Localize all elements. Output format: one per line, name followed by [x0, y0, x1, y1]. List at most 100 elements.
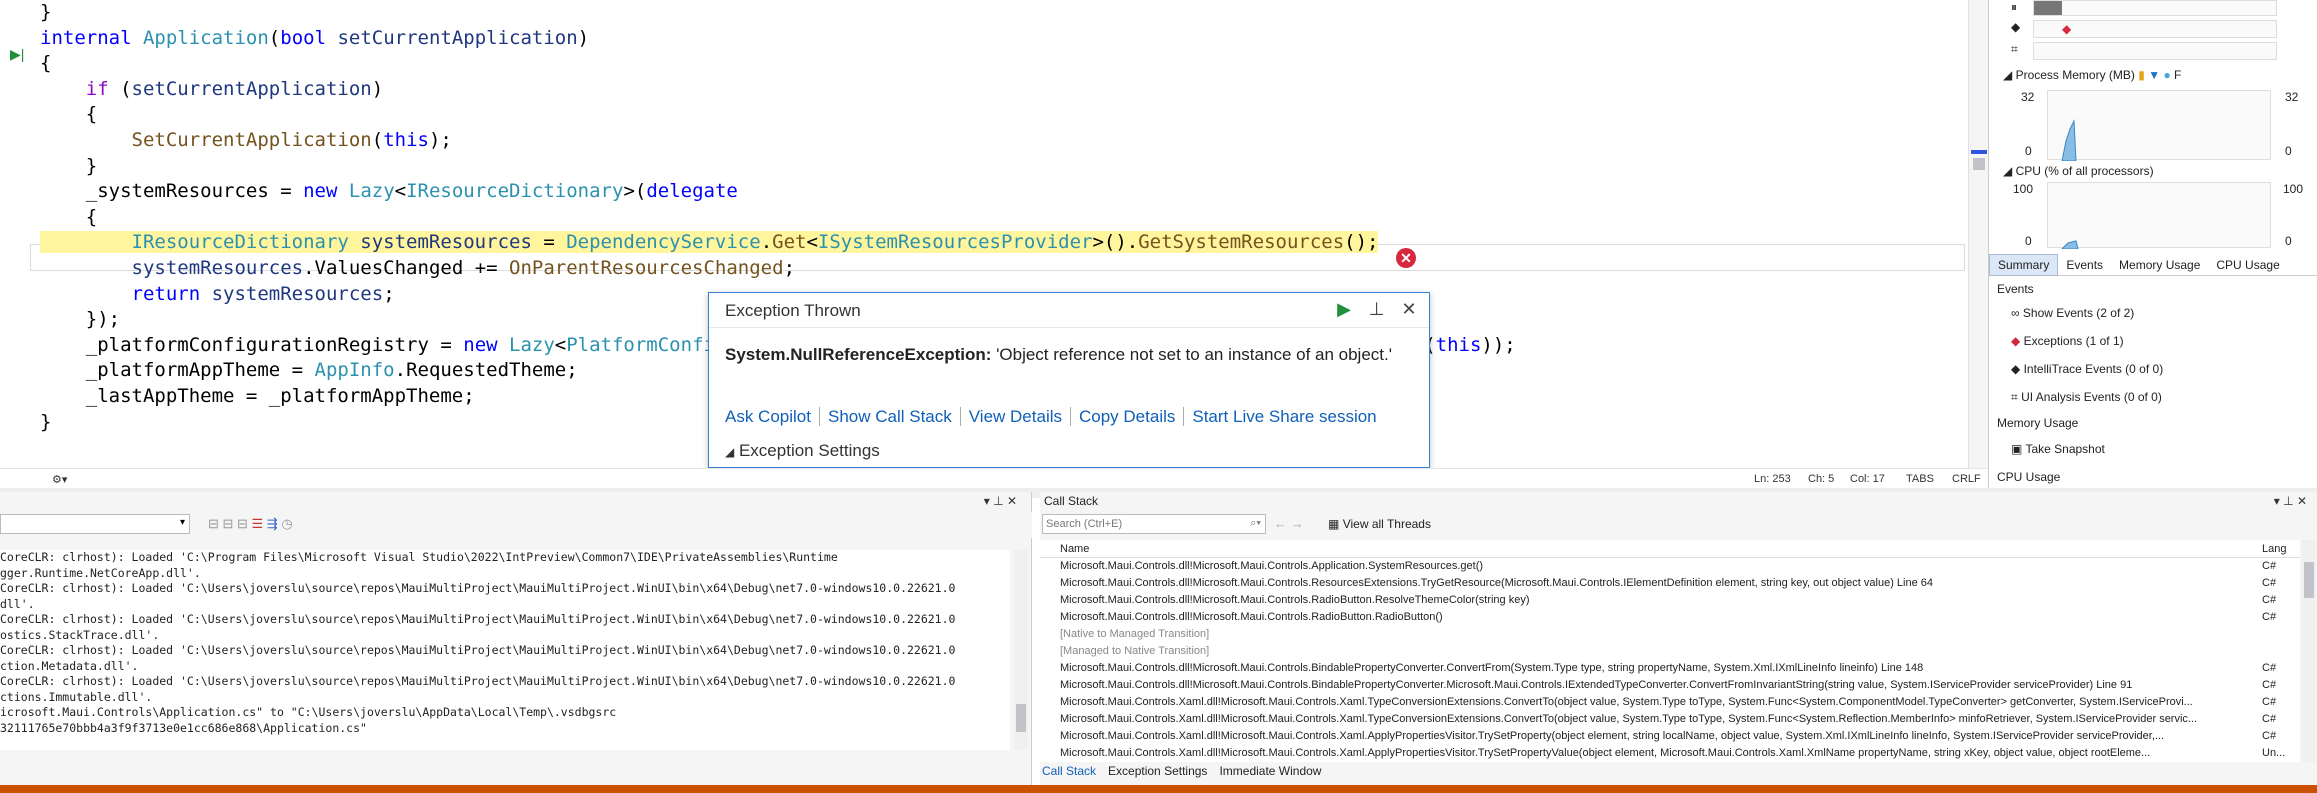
- output-window-controls[interactable]: ▾ ⊥ ✕: [984, 494, 1017, 508]
- snapshot-icon: ⌗: [2011, 42, 2018, 56]
- run-to-click-icon[interactable]: ▶|: [10, 46, 24, 63]
- code-line: }: [40, 410, 51, 435]
- exception-settings-toggle[interactable]: ◢ Exception Settings: [725, 441, 880, 461]
- show-events-item[interactable]: ∞ Show Events (2 of 2): [2011, 306, 2134, 320]
- tab-cpu-usage[interactable]: CPU Usage: [2208, 255, 2287, 275]
- close-icon[interactable]: ✕: [1397, 297, 1421, 321]
- exceptions-item[interactable]: ◆ Exceptions (1 of 1): [2011, 334, 2124, 348]
- code-token: return: [40, 282, 212, 305]
- frame-name: Microsoft.Maui.Controls.Xaml.dll!Microso…: [1060, 747, 2151, 759]
- code-token: _lastAppTheme = _platformAppTheme;: [40, 385, 475, 407]
- cpu-min-right: 0: [2285, 234, 2292, 248]
- live-share-link[interactable]: Start Live Share session: [1192, 407, 1384, 426]
- table-row[interactable]: Microsoft.Maui.Controls.Xaml.dll!Microso…: [1040, 694, 2300, 711]
- show-call-stack-link[interactable]: Show Call Stack: [827, 407, 961, 426]
- frame-name: Microsoft.Maui.Controls.dll!Microsoft.Ma…: [1060, 577, 1934, 589]
- continue-icon[interactable]: ▶: [1332, 297, 1356, 321]
- exception-type: System.NullReferenceException:: [725, 345, 992, 364]
- table-row[interactable]: Microsoft.Maui.Controls.dll!Microsoft.Ma…: [1040, 558, 2300, 575]
- line-number[interactable]: Ln: 253: [1754, 473, 1791, 485]
- collapse-triangle-icon: ◢: [725, 445, 735, 459]
- table-row[interactable]: Microsoft.Maui.Controls.Xaml.dll!Microso…: [1040, 711, 2300, 728]
- code-token: .: [760, 231, 773, 254]
- output-text[interactable]: CoreCLR: clrhost): Loaded 'C:\Program Fi…: [0, 550, 1010, 750]
- memory-graph: [2047, 90, 2271, 162]
- table-row[interactable]: Microsoft.Maui.Controls.Xaml.dll!Microso…: [1040, 745, 2300, 762]
- code-token: ();: [1344, 231, 1379, 254]
- code-editor[interactable]: ▶| } internal Application(bool setCurrent…: [0, 0, 1968, 468]
- col-lang[interactable]: Lang: [2262, 540, 2286, 558]
- table-row[interactable]: [Managed to Native Transition]: [1040, 643, 2300, 660]
- code-token: Lazy: [348, 180, 395, 203]
- code-line: _platformAppTheme = AppInfo.RequestedThe…: [40, 358, 578, 383]
- char-number[interactable]: Ch: 5: [1808, 473, 1834, 485]
- take-snapshot-button[interactable]: ▣ Take Snapshot: [2011, 442, 2105, 456]
- code-line: SetCurrentApplication(this);: [40, 128, 452, 153]
- table-row[interactable]: Microsoft.Maui.Controls.Xaml.dll!Microso…: [1040, 728, 2300, 745]
- code-token: ISystemResourcesProvider: [817, 231, 1093, 254]
- tab-memory-usage[interactable]: Memory Usage: [2111, 255, 2208, 275]
- editor-status-bar: ⚙▾ Ln: 253 Ch: 5 Col: 17 TABS CRLF: [0, 468, 1988, 488]
- code-token: GetSystemResources: [1138, 231, 1345, 254]
- ask-copilot-link[interactable]: Ask Copilot: [725, 407, 820, 426]
- intellitrace-item[interactable]: ◆ IntelliTrace Events (0 of 0): [2011, 362, 2163, 376]
- table-row[interactable]: Microsoft.Maui.Controls.dll!Microsoft.Ma…: [1040, 609, 2300, 626]
- search-icon: ⌕▾: [1250, 517, 1261, 529]
- tab-call-stack[interactable]: Call Stack: [1042, 764, 1096, 778]
- output-scrollbar[interactable]: [1014, 550, 1028, 750]
- frame-name: Microsoft.Maui.Controls.dll!Microsoft.Ma…: [1060, 611, 1443, 623]
- exception-error-icon[interactable]: ✕: [1396, 248, 1416, 268]
- cpu-label: ◢ CPU (% of all processors): [2003, 164, 2154, 178]
- bottom-tabs: Call Stack Exception Settings Immediate Wi…: [1042, 764, 1333, 778]
- call-stack-search-input[interactable]: Search (Ctrl+E) ⌕▾: [1042, 514, 1266, 534]
- view-all-threads-button[interactable]: ▦ View all Threads: [1328, 517, 1431, 531]
- pin-icon[interactable]: ⊥: [1365, 297, 1389, 321]
- ui-analysis-item[interactable]: ⌗ UI Analysis Events (0 of 0): [2011, 390, 2162, 405]
- process-memory-label: ◢ Process Memory (MB) ▮ ▼ ● F: [2003, 68, 2182, 82]
- copy-details-link[interactable]: Copy Details: [1079, 407, 1185, 426]
- output-source-select[interactable]: ▾: [0, 514, 190, 534]
- mem-max: 32: [2021, 90, 2035, 104]
- table-row[interactable]: Microsoft.Maui.Controls.dll!Microsoft.Ma…: [1040, 592, 2300, 609]
- pause-icon[interactable]: ⏸: [2011, 0, 2017, 15]
- mem-min-right: 0: [2285, 144, 2292, 158]
- line-ending[interactable]: CRLF: [1952, 473, 1981, 485]
- frame-lang: C#: [2262, 577, 2277, 589]
- code-token: {: [40, 52, 52, 75]
- view-details-link[interactable]: View Details: [968, 407, 1071, 426]
- exception-helper-popup: Exception Thrown ▶ ⊥ ✕ System.NullRefere…: [708, 292, 1430, 468]
- code-token: new: [463, 333, 510, 356]
- output-line: ctions.Immutable.dll'.: [0, 689, 153, 704]
- call-stack-scrollbar[interactable]: [2302, 540, 2316, 762]
- table-row[interactable]: Microsoft.Maui.Controls.dll!Microsoft.Ma…: [1040, 660, 2300, 677]
- tab-immediate-window[interactable]: Immediate Window: [1219, 764, 1321, 778]
- editor-scrollbar[interactable]: [1968, 0, 1988, 468]
- tab-exception-settings[interactable]: Exception Settings: [1108, 764, 1207, 778]
- call-stack-window-controls[interactable]: ▾ ⊥ ✕: [2274, 494, 2307, 508]
- code-token: delegate: [646, 180, 738, 203]
- timeline-bar: [2033, 0, 2277, 16]
- toolbar-buttons[interactable]: ⊟ ⊟ ⊟ ☰ ⇶ ◷: [208, 516, 293, 532]
- tab-events[interactable]: Events: [2058, 255, 2111, 275]
- frame-lang: Un...: [2262, 747, 2286, 759]
- frame-name: Microsoft.Maui.Controls.dll!Microsoft.Ma…: [1060, 679, 2133, 691]
- output-line: CoreCLR: clrhost): Loaded 'C:\Program Fi…: [0, 550, 838, 564]
- tab-summary[interactable]: Summary: [1989, 254, 2059, 276]
- scroll-thumb[interactable]: [1973, 158, 1985, 170]
- code-token: <: [394, 180, 407, 203]
- code-line: });: [40, 307, 120, 332]
- tabs-indicator[interactable]: TABS: [1906, 473, 1934, 485]
- code-token: );: [428, 129, 452, 151]
- table-row[interactable]: Microsoft.Maui.Controls.dll!Microsoft.Ma…: [1040, 677, 2300, 694]
- nav-arrows[interactable]: ← →: [1274, 516, 1304, 531]
- table-row[interactable]: [Native to Managed Transition]: [1040, 626, 2300, 643]
- frame-lang: C#: [2262, 611, 2277, 623]
- settings-icon[interactable]: ⚙▾: [52, 473, 67, 486]
- exception-actions: Ask Copilot Show Call Stack View Details Co…: [725, 407, 1393, 427]
- col-number[interactable]: Col: 17: [1850, 473, 1885, 485]
- col-name[interactable]: Name: [1060, 543, 1089, 555]
- code-token: SetCurrentApplication: [40, 129, 372, 151]
- table-row[interactable]: Microsoft.Maui.Controls.dll!Microsoft.Ma…: [1040, 575, 2300, 592]
- code-line: internal Application(bool setCurrentAppl…: [40, 26, 589, 51]
- diagnostic-tools-panel: ⏸ ◆ ◆ ⌗ ◢ Process Memory (MB) ▮ ▼ ● F 32…: [1988, 0, 2317, 488]
